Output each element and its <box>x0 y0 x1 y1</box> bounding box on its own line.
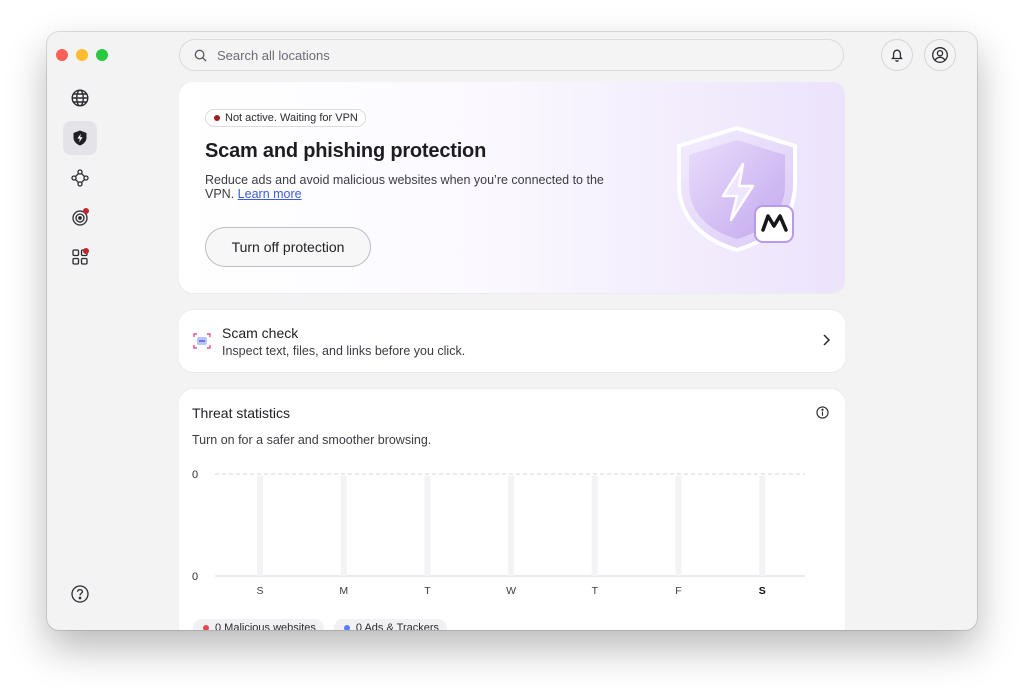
page-title: Scam and phishing protection <box>205 140 487 162</box>
close-window-button[interactable] <box>56 49 68 61</box>
x-tick-label: M <box>339 585 348 597</box>
status-badge: Not active. Waiting for VPN <box>205 109 366 127</box>
help-button[interactable] <box>63 577 97 611</box>
x-tick-label: T <box>424 585 431 597</box>
chart-legend: 0 Malicious websites 0 Ads & Trackers <box>193 619 448 630</box>
threat-statistics-title: Threat statistics <box>192 405 291 421</box>
user-icon <box>932 47 948 63</box>
sidebar-item-locations[interactable] <box>63 81 97 115</box>
bar-track <box>759 476 766 576</box>
bar-track <box>257 476 263 576</box>
protection-hero-card: Not active. Waiting for VPN Scam and phi… <box>179 82 845 293</box>
threat-chart: 0 0 S M T W T F S <box>192 469 805 597</box>
sidebar-item-dark-web-monitor[interactable] <box>63 200 97 234</box>
y-tick-label: 0 <box>192 571 198 583</box>
y-tick-label: 0 <box>192 469 198 481</box>
x-tick-label: S <box>256 585 263 597</box>
zoom-window-button[interactable] <box>96 49 108 61</box>
bar-track <box>340 476 347 576</box>
legend-item-ads-trackers: 0 Ads & Trackers <box>333 619 448 630</box>
x-tick-label: W <box>506 585 516 597</box>
main-content: Not active. Waiting for VPN Scam and phi… <box>179 82 845 630</box>
search-bar[interactable] <box>179 39 844 71</box>
turn-off-protection-button[interactable]: Turn off protection <box>205 227 371 267</box>
window-controls <box>56 49 108 61</box>
info-icon[interactable] <box>816 406 829 419</box>
scam-check-card[interactable]: Scam check Inspect text, files, and link… <box>179 310 845 372</box>
globe-icon <box>71 89 89 107</box>
threat-statistics-subtitle: Turn on for a safer and smoother browsin… <box>192 433 432 447</box>
hero-description: Reduce ads and avoid malicious websites … <box>205 173 625 201</box>
bar-track <box>591 476 598 576</box>
app-window: Not active. Waiting for VPN Scam and phi… <box>47 32 977 630</box>
bar-track <box>675 476 682 576</box>
threat-statistics-card: Threat statistics Turn on for a safer an… <box>179 389 845 630</box>
legend-label: 0 Malicious websites <box>215 622 316 630</box>
scam-scan-icon <box>193 333 211 349</box>
learn-more-link[interactable]: Learn more <box>238 187 302 201</box>
x-tick-label: F <box>675 585 681 597</box>
x-tick-label: S <box>759 585 766 597</box>
sidebar-item-apps[interactable] <box>63 240 97 274</box>
sidebar-item-protection[interactable] <box>63 121 97 155</box>
bar-track <box>508 476 515 576</box>
search-input[interactable] <box>215 46 819 64</box>
notifications-button[interactable] <box>881 39 913 71</box>
bell-icon <box>891 49 903 62</box>
shield-graphic-icon <box>677 125 797 253</box>
status-text: Not active. Waiting for VPN <box>225 112 358 124</box>
bar-track <box>424 476 431 576</box>
help-icon <box>71 585 89 603</box>
minimize-window-button[interactable] <box>76 49 88 61</box>
status-dot <box>214 115 220 121</box>
sidebar-item-meshnet[interactable] <box>63 161 97 195</box>
legend-dot <box>203 625 209 630</box>
legend-label: 0 Ads & Trackers <box>355 622 440 630</box>
legend-item-malicious: 0 Malicious websites <box>193 619 324 630</box>
account-button[interactable] <box>924 39 956 71</box>
legend-dot <box>343 625 350 630</box>
scam-check-subtitle: Inspect text, files, and links before yo… <box>222 344 466 358</box>
alert-dot <box>83 248 89 254</box>
shield-illustration <box>675 122 815 262</box>
shield-bolt-icon <box>73 130 87 146</box>
network-nodes-icon <box>71 169 89 187</box>
scam-check-title: Scam check <box>222 325 299 341</box>
chevron-right-icon <box>823 334 831 346</box>
search-icon <box>194 49 207 62</box>
alert-dot <box>83 208 89 214</box>
x-tick-label: T <box>592 585 599 597</box>
